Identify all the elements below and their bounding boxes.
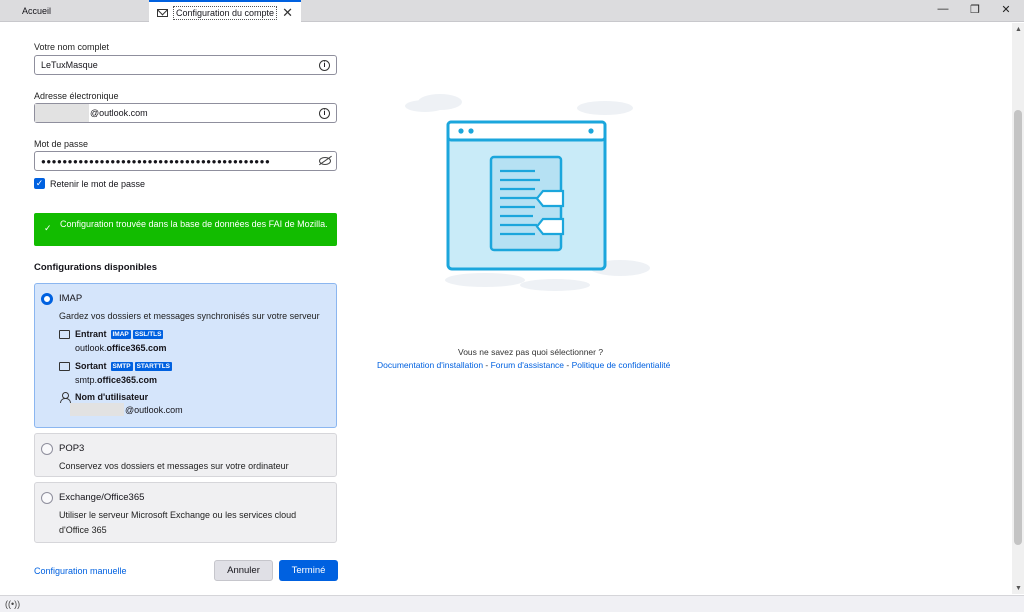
exchange-name: Exchange/Office365 — [59, 492, 145, 503]
info-icon[interactable]: i — [319, 60, 330, 71]
tag-ssl: SSL/TLS — [132, 329, 164, 339]
email-label: Adresse électronique — [34, 91, 119, 101]
outgoing-host: smtp.office365.com — [75, 375, 157, 385]
checkmark-icon: ✓ — [44, 223, 52, 233]
success-message: Configuration trouvée dans la base de do… — [60, 219, 328, 229]
status-bar: ((•)) — [0, 595, 1024, 612]
done-button[interactable]: Terminé — [279, 560, 338, 581]
tag-starttls: STARTTLS — [134, 361, 173, 371]
password-label: Mot de passe — [34, 139, 89, 149]
name-value: LeTuxMasque — [41, 60, 98, 70]
outgoing-host-prefix: smtp. — [75, 375, 98, 385]
tab-account-setup[interactable]: Configuration du compte ✕ — [149, 0, 301, 23]
help-links: Documentation d'installation - Forum d'a… — [377, 360, 670, 370]
window-close-button[interactable]: ✕ — [999, 3, 1013, 17]
support-forum-link[interactable]: Forum d'assistance — [491, 360, 564, 370]
tab-home[interactable]: Accueil — [0, 0, 148, 22]
user-icon — [59, 392, 71, 403]
exchange-description: Utiliser le serveur Microsoft Exchange o… — [59, 510, 297, 535]
incoming-host-prefix: outlook. — [75, 343, 107, 353]
remember-password-checkbox[interactable]: ✓ — [34, 178, 45, 189]
help-question: Vous ne savez pas quoi sélectionner ? — [458, 347, 604, 357]
pop3-description: Conservez vos dossiers et messages sur v… — [59, 461, 289, 471]
username-label: Nom d'utilisateur — [75, 392, 149, 402]
installation-docs-link[interactable]: Documentation d'installation — [377, 360, 483, 370]
redacted-block — [70, 403, 124, 416]
tab-bar: Accueil Configuration du compte ✕ — ❐ ✕ — [0, 0, 1024, 23]
eye-slash-icon[interactable] — [319, 157, 331, 165]
privacy-policy-link[interactable]: Politique de confidentialité — [572, 360, 671, 370]
manual-config-link[interactable]: Configuration manuelle — [34, 566, 127, 576]
info-icon[interactable]: i — [319, 108, 330, 119]
connection-status-icon[interactable]: ((•)) — [5, 599, 20, 609]
separator: - — [564, 360, 572, 370]
name-label: Votre nom complet — [34, 42, 110, 52]
email-field[interactable]: @outlook.com i — [34, 103, 337, 123]
configs-title: Configurations disponibles — [34, 262, 157, 273]
redacted-block — [35, 104, 89, 122]
imap-description: Gardez vos dossiers et messages synchron… — [59, 311, 320, 321]
config-option-exchange[interactable]: Exchange/Office365 Utiliser le serveur M… — [34, 482, 337, 543]
incoming-row: Entrant IMAP SSL/TLS — [59, 329, 164, 339]
incoming-host-domain: office365.com — [106, 343, 167, 353]
scroll-down-icon[interactable]: ▼ — [1015, 585, 1022, 592]
outgoing-host-domain: office365.com — [97, 375, 158, 385]
password-field[interactable]: ●●●●●●●●●●●●●●●●●●●●●●●●●●●●●●●●●●●●●●●●… — [34, 151, 337, 171]
pop3-name: POP3 — [59, 443, 85, 454]
name-field[interactable]: LeTuxMasque i — [34, 55, 337, 75]
incoming-mail-icon — [59, 329, 70, 339]
imap-name: IMAP — [59, 293, 83, 304]
username-row: Nom d'utilisateur — [59, 392, 150, 403]
scrollbar-thumb[interactable] — [1014, 110, 1022, 545]
envelope-icon — [157, 8, 168, 17]
tab-home-label: Accueil — [22, 6, 52, 16]
pop3-radio[interactable] — [41, 443, 53, 455]
incoming-host: outlook.office365.com — [75, 343, 167, 353]
outgoing-mail-icon — [59, 361, 70, 371]
password-value: ●●●●●●●●●●●●●●●●●●●●●●●●●●●●●●●●●●●●●●●●… — [41, 156, 271, 166]
success-notification: ✓ Configuration trouvée dans la base de … — [34, 213, 337, 246]
document-illustration — [405, 94, 650, 291]
incoming-label: Entrant — [75, 329, 107, 339]
scroll-up-icon[interactable]: ▲ — [1015, 26, 1022, 33]
email-suffix: @outlook.com — [90, 108, 148, 118]
remember-password-label: Retenir le mot de passe — [50, 178, 146, 189]
outgoing-label: Sortant — [75, 361, 107, 371]
config-option-imap[interactable]: IMAP Gardez vos dossiers et messages syn… — [34, 283, 337, 428]
config-option-pop3[interactable]: POP3 Conservez vos dossiers et messages … — [34, 433, 337, 477]
tab-account-setup-label: Configuration du compte — [173, 5, 278, 20]
tag-imap: IMAP — [110, 329, 131, 339]
minimize-button[interactable]: — — [936, 3, 950, 17]
imap-radio[interactable] — [41, 293, 53, 305]
outgoing-row: Sortant SMTP STARTTLS — [59, 361, 173, 371]
separator: - — [483, 360, 491, 370]
exchange-radio[interactable] — [41, 492, 53, 504]
restore-button[interactable]: ❐ — [968, 3, 982, 17]
username-value: @outlook.com — [70, 403, 183, 416]
username-suffix: @outlook.com — [125, 404, 183, 415]
cancel-button[interactable]: Annuler — [214, 560, 273, 581]
remember-password-row[interactable]: ✓ Retenir le mot de passe — [34, 178, 145, 189]
close-icon[interactable]: ✕ — [282, 6, 293, 19]
tag-smtp: SMTP — [110, 361, 133, 371]
